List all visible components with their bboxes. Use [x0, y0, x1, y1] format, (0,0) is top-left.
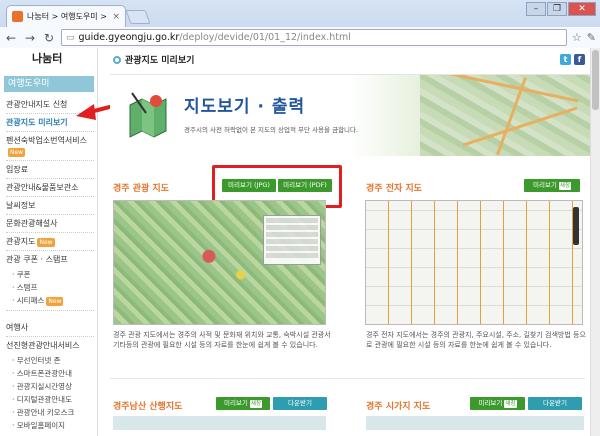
new-tab-button[interactable]	[125, 10, 151, 24]
sidebar-item-tour-map[interactable]: 관광지도 New	[6, 233, 94, 251]
city-map-thumbnail[interactable]	[366, 416, 584, 430]
namsan-map-title: 경주남산 산행지도	[113, 402, 183, 412]
site-favicon-icon	[12, 11, 23, 22]
sidebar-item-advanced-service[interactable]: 선진형관광안내서비스	[6, 337, 94, 354]
namsan-map-thumbnail[interactable]	[113, 416, 326, 430]
site-logo[interactable]: 나눔터	[32, 50, 62, 66]
back-arrow-icon[interactable]: ←	[4, 31, 18, 45]
new-window-badge: 새창	[504, 400, 517, 408]
namsan-download-button[interactable]: 다운받기	[273, 397, 327, 410]
map-zoom-control[interactable]	[573, 207, 579, 245]
tour-map-title: 경주 관광 지도	[113, 184, 169, 194]
sidebar-item-coupon-stamp[interactable]: 관광 쿠폰 · 스탬프	[6, 251, 94, 268]
map-legend-panel	[263, 215, 321, 265]
electronic-map-thumbnail[interactable]	[365, 200, 583, 325]
sidebar-subitem-citypass[interactable]: · 시티패스 New	[6, 294, 94, 311]
bookmark-star-icon[interactable]: ☆	[572, 31, 582, 44]
sidebar-subitem-digital-map[interactable]: · 디지털관광안내도	[6, 393, 94, 406]
city-download-button[interactable]: 다운받기	[528, 397, 582, 410]
tab-title: 나눔터 > 여행도우미 > 관	[27, 12, 109, 21]
reload-icon[interactable]: ↻	[42, 31, 56, 45]
new-badge: New	[8, 148, 26, 157]
sidebar-item-guide[interactable]: 문화관광해설사	[6, 215, 94, 233]
sidebar-item-travel-agency[interactable]: 여행사	[6, 319, 94, 337]
namsan-preview-button[interactable]: 미리보기 새창	[216, 397, 270, 410]
browser-toolbar: ← → ↻ ▭ guide.gyeongju.go.kr/deploy/devi…	[0, 27, 600, 48]
elec-map-description: 경주 전자 지도에서는 경주의 관광지, 주요시설, 주소, 길찾기 검색방법 …	[366, 331, 586, 349]
social-links: t f	[560, 54, 585, 65]
folded-map-icon	[129, 92, 167, 138]
twitter-icon[interactable]: t	[560, 54, 571, 65]
banner-title: 지도보기 · 출력	[184, 97, 306, 117]
bullet-circle-icon	[113, 55, 121, 64]
breadcrumb: 관광지도 미리보기	[113, 53, 194, 66]
sidebar-subitem-live-video[interactable]: · 관광지실시간영상	[6, 380, 94, 393]
new-window-badge: 새창	[249, 400, 263, 408]
sidebar-subitem-coupon[interactable]: · 쿠폰	[6, 268, 94, 281]
window-controls: – ❐ ✕	[526, 2, 596, 16]
new-badge: New	[37, 238, 55, 247]
scrollbar-thumb[interactable]	[592, 50, 599, 110]
sidebar-subitem-mobile[interactable]: · 모바일홈페이지	[6, 419, 94, 432]
browser-tab[interactable]: 나눔터 > 여행도우미 > 관 ×	[6, 5, 126, 27]
facebook-icon[interactable]: f	[574, 54, 585, 65]
tab-close-icon[interactable]: ×	[112, 12, 120, 22]
close-window-button[interactable]: ✕	[568, 2, 596, 16]
elec-map-title: 경주 전자 지도	[366, 184, 422, 194]
url-path: /deploy/devide/01/01_12/index.html	[179, 32, 351, 43]
browser-chrome: 나눔터 > 여행도우미 > 관 × – ❐ ✕ ← → ↻ ▭ guide.gy…	[0, 0, 600, 48]
sidebar-item-admission[interactable]: 입장료	[6, 161, 94, 179]
section-divider	[110, 378, 585, 379]
banner-map-image	[420, 75, 590, 156]
banner: 지도보기 · 출력 경주시의 사전 허락없이 본 지도의 상업적 무단 사용을 …	[110, 74, 590, 156]
tour-map-description: 경주 관광 지도에서는 경주의 사적 및 문화재 위치와 교통, 숙박시설 관광…	[113, 331, 331, 349]
tour-map-thumbnail[interactable]	[113, 200, 326, 325]
page-title: 관광지도 미리보기	[125, 56, 195, 66]
page-icon: ▭	[66, 32, 75, 43]
sidebar-subitem-kiosk[interactable]: · 관광안내 키오스크	[6, 406, 94, 419]
banner-subtitle: 경주시의 사전 허락없이 본 지도의 상업적 무단 사용을 금합니다.	[184, 126, 359, 134]
forward-arrow-icon[interactable]: →	[23, 31, 37, 45]
page-content: 나눔터 여행도우미 관광안내지도 신청 관광지도 미리보기 펜션숙박업소번역서비…	[0, 48, 590, 436]
sidebar-item-info-storage[interactable]: 관광안내&물품보관소	[6, 179, 94, 197]
sidebar-subitem-wifi[interactable]: · 무선인터넷 존	[6, 354, 94, 367]
sidebar-subitem-smartphone[interactable]: · 스마트폰관광안내	[6, 367, 94, 380]
wrench-menu-icon[interactable]: ✎	[587, 31, 596, 44]
maximize-button[interactable]: ❐	[547, 2, 567, 16]
new-badge: New	[46, 297, 64, 306]
city-preview-button[interactable]: 미리보기 새창	[470, 397, 525, 410]
sidebar-item-weather[interactable]: 날씨정보	[6, 197, 94, 215]
page-scrollbar[interactable]	[590, 48, 600, 436]
minimize-button[interactable]: –	[526, 2, 546, 16]
new-window-badge: 새창	[558, 182, 572, 190]
elec-preview-button[interactable]: 미리보기 새창	[524, 179, 580, 192]
sidebar-item-pension-translation[interactable]: 펜션숙박업소번역서비스New	[6, 132, 94, 161]
url-host: guide.gyeongju.go.kr	[78, 32, 180, 43]
sidebar-subitem-stamp[interactable]: · 스탬프	[6, 281, 94, 294]
sidebar-menu: 관광안내지도 신청 관광지도 미리보기 펜션숙박업소번역서비스New 입장료 관…	[6, 96, 94, 432]
address-bar[interactable]: ▭ guide.gyeongju.go.kr/deploy/devide/01/…	[61, 29, 567, 46]
city-map-title: 경주 시가지 지도	[366, 402, 431, 412]
